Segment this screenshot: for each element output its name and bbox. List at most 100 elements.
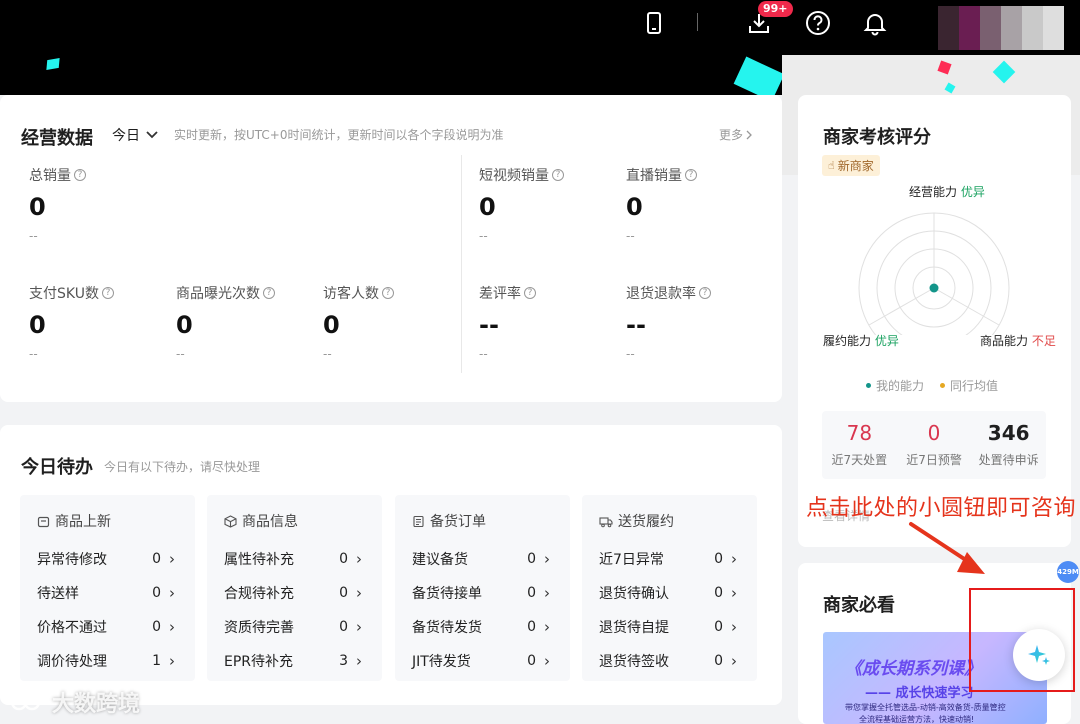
help-icon[interactable]: [805, 10, 831, 36]
metric-value: 0: [479, 193, 496, 221]
metric-compare: --: [479, 229, 488, 243]
todo-item[interactable]: 退货待确认 0 ›: [599, 576, 757, 610]
more-link[interactable]: 更多: [719, 126, 752, 143]
chevron-right-icon: ›: [169, 584, 175, 602]
todo-item[interactable]: 退货待签收 0 ›: [599, 644, 757, 678]
annotation-arrow: [909, 522, 985, 574]
metric-compare: --: [323, 347, 332, 361]
chevron-right-icon: ›: [356, 652, 362, 670]
todo-item[interactable]: EPR待补充 3 ›: [224, 644, 382, 678]
axis-business: 经营能力 优异: [909, 183, 985, 200]
stat-label: 近7日预警: [906, 453, 962, 467]
todo-item-count: 0: [527, 551, 536, 567]
chevron-right-icon: ›: [169, 652, 175, 670]
floating-tag[interactable]: 429M: [1057, 561, 1079, 583]
help-icon[interactable]: ?: [74, 169, 86, 181]
help-icon[interactable]: ?: [699, 287, 711, 299]
chevron-right-icon: [746, 130, 752, 139]
bell-icon[interactable]: [862, 10, 888, 36]
period-select[interactable]: 今日: [112, 125, 158, 145]
todo-item-count: 0: [714, 619, 723, 635]
metric-video-sales: 短视频销量? 0 --: [479, 165, 564, 243]
my-ability-point: [929, 283, 939, 293]
chevron-right-icon: ›: [544, 652, 550, 670]
metric-label: 退货退款率: [626, 286, 696, 302]
todo-item[interactable]: 待送样 0 ›: [37, 576, 195, 610]
legend-dot: [866, 383, 871, 388]
chevron-right-icon: ›: [731, 618, 737, 636]
stat-value: 346: [987, 421, 1030, 445]
todo-item[interactable]: 近7日异常 0 ›: [599, 542, 757, 576]
metric-label: 商品曝光次数: [176, 286, 260, 302]
metric-total-sales: 总销量? 0 --: [29, 165, 86, 243]
metric-bad-review-rate: 差评率? -- --: [479, 283, 536, 361]
todo-item-label: 价格不通过: [37, 620, 107, 636]
todo-item-count: 0: [339, 585, 348, 601]
metric-value: 0: [626, 193, 643, 221]
todo-item[interactable]: 建议备货 0 ›: [412, 542, 570, 576]
todo-item[interactable]: JIT待发货 0 ›: [412, 644, 570, 678]
stat-disposal[interactable]: 78 近7天处置: [822, 411, 897, 479]
todo-item-label: 近7日异常: [599, 552, 664, 568]
todo-item-label: 异常待修改: [37, 552, 107, 568]
stat-warning[interactable]: 0 近7日预警: [897, 411, 972, 479]
todo-item-count: 0: [714, 585, 723, 601]
help-icon[interactable]: ?: [685, 169, 697, 181]
todo-item[interactable]: 属性待补充 0 ›: [224, 542, 382, 576]
phone-icon[interactable]: [641, 10, 667, 36]
help-icon[interactable]: ?: [552, 169, 564, 181]
help-icon[interactable]: ?: [382, 287, 394, 299]
todo-item[interactable]: 备货待接单 0 ›: [412, 576, 570, 610]
todo-item[interactable]: 价格不通过 0 ›: [37, 610, 195, 644]
ai-assistant-button[interactable]: [1013, 629, 1065, 681]
chevron-right-icon: ›: [544, 618, 550, 636]
todo-item[interactable]: 退货待自提 0 ›: [599, 610, 757, 644]
chevron-right-icon: ›: [731, 652, 737, 670]
todo-item[interactable]: 备货待发货 0 ›: [412, 610, 570, 644]
todo-item[interactable]: 资质待完善 0 ›: [224, 610, 382, 644]
period-value: 今日: [112, 128, 140, 144]
metric-value: 0: [29, 311, 46, 339]
todo-item[interactable]: 异常待修改 0 ›: [37, 542, 195, 576]
metric-compare: --: [626, 347, 635, 361]
axis-name: 经营能力: [909, 185, 958, 199]
divider: [697, 13, 698, 31]
metric-compare: --: [176, 347, 185, 361]
metric-visitors: 访客人数? 0 --: [323, 283, 394, 361]
metric-label: 短视频销量: [479, 168, 549, 184]
todo-item-count: 0: [152, 585, 161, 601]
todo-item-label: 建议备货: [412, 552, 468, 568]
help-icon[interactable]: ?: [101, 287, 114, 299]
todo-item[interactable]: 合规待补充 0 ›: [224, 576, 382, 610]
todo-item-count: 0: [527, 653, 536, 669]
stat-label: 近7天处置: [831, 453, 888, 467]
metric-value: --: [626, 311, 646, 339]
column-title: 送货履约: [618, 514, 674, 530]
must-title: 商家必看: [823, 595, 895, 616]
more-label: 更多: [719, 128, 744, 142]
legend-label: 我的能力: [876, 379, 925, 393]
axis-grade: 优异: [874, 334, 899, 348]
metric-label: 直播销量: [626, 168, 682, 184]
todo-item-label: 退货待确认: [599, 586, 669, 602]
metric-compare: --: [29, 347, 38, 361]
todo-item-label: 备货待发货: [412, 620, 482, 636]
legend-dot: [940, 383, 946, 388]
metric-impressions: 商品曝光次数? 0 --: [176, 283, 275, 361]
help-icon[interactable]: ?: [263, 287, 275, 299]
column-title: 商品信息: [242, 514, 298, 530]
decor-shape: [46, 58, 60, 70]
axis-product: 商品能力 不足: [980, 332, 1056, 349]
stat-appeal[interactable]: 346 处置待申诉: [971, 411, 1046, 479]
todo-item[interactable]: 调价待处理 1 ›: [37, 644, 195, 678]
chevron-right-icon: ›: [731, 550, 737, 568]
decor-shape: [733, 56, 785, 95]
chevron-right-icon: ›: [544, 584, 550, 602]
chevron-right-icon: ›: [356, 618, 362, 636]
axis-name: 商品能力: [980, 334, 1029, 348]
column-title: 备货订单: [430, 514, 486, 530]
stat-value: 78: [846, 421, 873, 445]
user-avatar[interactable]: [938, 6, 1064, 50]
help-icon[interactable]: ?: [524, 287, 536, 299]
sparkle-icon: [1028, 645, 1050, 665]
